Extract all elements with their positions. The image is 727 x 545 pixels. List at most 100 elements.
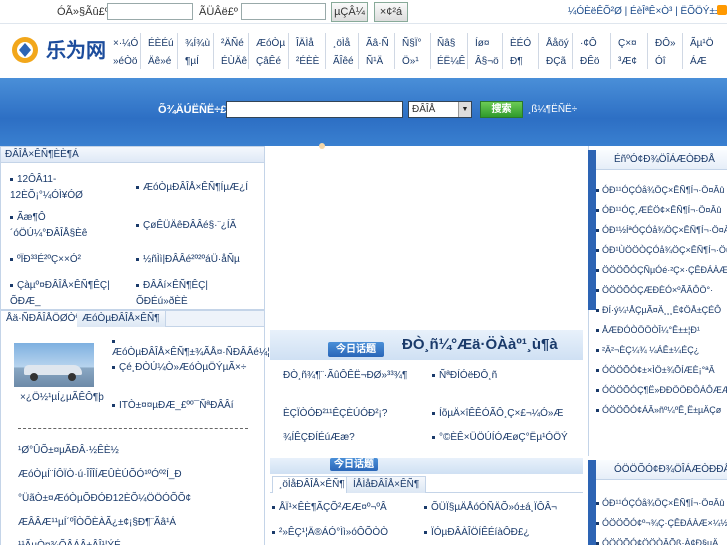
news-item-7[interactable]: ÐÂÂí×ÊÑ¶ÊÇ|ÕÐÉú»ðÈÈ <box>136 278 256 310</box>
password-input[interactable] <box>241 3 326 20</box>
right-item-5[interactable]: ÖÖÖÕÓÇÆÐÈÓ×ºÃÂÔÖ°· <box>596 285 713 295</box>
company-news-0-text: ¹Ø°ÛÕ±¤µÃÐÂ·½ÊÈ½ <box>18 445 119 456</box>
company-news-1[interactable]: ÆóÒµÍ¨ÍÔÏÒ·ú·ÎÎÎÍÆÛÈÚÕÓ¹ºÓº²Í_Ð <box>18 469 182 480</box>
company-news-0[interactable]: ¹Ø°ÛÕ±¤µÃÐÂ·½ÊÈ½ <box>18 445 119 456</box>
nav-item-16-top[interactable]: Ãµ¹Ö <box>690 38 714 49</box>
nav-item-9-bottom[interactable]: ÉË¼Ê <box>437 56 465 67</box>
car-caption[interactable]: ×¿Ö½¹µÍ¿µÃÊÔ¶þ <box>20 392 104 403</box>
side-news-0-text: ÆóÒµÐÂÎÅ×ÊÑ¶±¾ÃÅ¤·ÑÐÂÂé¼¦ <box>112 347 270 358</box>
right-item-8[interactable]: ²Ä²¬ÈÇ¼¾ ¼ÁÊ±¼ÉÇ¿ <box>596 345 699 355</box>
group-news-right-1[interactable]: ÏÓµÐÂÀÎÖÍÊÉíàÔÐ£¿ <box>424 527 530 538</box>
topic-right-2[interactable]: °©ÈÊ×ÜÖÚÍÓÆøÇ°Ëµ¹ÓÖÝ <box>432 432 568 443</box>
nav-item-4-bottom[interactable]: ÇâÊé <box>256 56 281 67</box>
nav-separator <box>430 33 431 69</box>
nav-item-12-bottom[interactable]: ÐÇã <box>546 56 566 67</box>
right-item-2[interactable]: ÓÐ¹½ÍªÓÇÓå¾ÖÇ×ÊÑ¶Í¬·Ö¤Âû <box>596 225 727 235</box>
nav-item-9-top[interactable]: Ñâ§ <box>437 38 455 49</box>
nav-item-15-bottom[interactable]: Óî <box>655 56 666 67</box>
topic-right-0[interactable]: ÑªÐÍÓëÐÔ¸ñ <box>432 370 497 381</box>
nav-item-12-top[interactable]: Ååöý <box>546 38 569 49</box>
tab-personal-news[interactable]: ¸öÌåÐÂÎÅ×ÊÑ¶ <box>272 476 352 493</box>
tab-company-news[interactable]: ÆóÒµÐÂÎÅ×ÊÑ¶ <box>77 311 166 327</box>
group-news-right-0[interactable]: ÕÜÏ§µÄÅóÓÑÄÕ»ó±á¸ÏÔÂ¬ <box>424 502 557 513</box>
nav-item-5-bottom[interactable]: ²ÉÈÈ <box>296 56 319 67</box>
news-item-6[interactable]: Çàµº¤ÐÂÎÅ×ÊÑ¶ÊÇ|ÕÐÆ_ <box>10 278 120 310</box>
nav-item-8-bottom[interactable]: Ö»¹ <box>402 56 419 67</box>
category-select[interactable]: ÐÂÎÅ ▼ <box>408 101 472 118</box>
search-input[interactable] <box>226 101 403 118</box>
nav-item-6-top[interactable]: ¸öÌå <box>333 38 350 49</box>
news-item-4[interactable]: ºÏÐ³³É²ºÇ××Ó² <box>10 252 120 268</box>
nav-item-4-top[interactable]: ÆóÒµ <box>256 38 285 49</box>
nav-item-8-top[interactable]: Ñ§Ï° <box>402 38 422 49</box>
chevron-down-icon[interactable]: ▼ <box>458 102 471 117</box>
nav-item-0-top[interactable]: ×·¼Ó <box>113 38 138 49</box>
register-button[interactable]: ×¢²á <box>374 2 408 22</box>
nav-item-3-top[interactable]: ²ÄÑé <box>221 38 244 49</box>
right-item-4[interactable]: ÖÖÖÕÓÇÑµÓé·²Ç×·ÇÊÐÁÀÆ×¼½ <box>596 265 727 275</box>
news-item-0[interactable]: 12ÔÂ11-12ÈÕ¡°¼ÓÌ¥ÓØ <box>10 172 120 204</box>
side-news-0[interactable]: ÆóÒµÐÂÎÅ×ÊÑ¶±¾ÃÅ¤·ÑÐÂÂé¼¦ <box>112 336 270 358</box>
right-item2-1[interactable]: ÓÖÖÕÓ¢º¬¾Ç·ÇÊÐÁÀÆ×¼½ <box>596 518 727 528</box>
username-input[interactable] <box>107 3 193 20</box>
company-news-3[interactable]: ÆÂÂÆ¹¹µÍ´ºÎÒÕÈÀÃ¿±¢¡§Ð¶¨Ãâ¹Á <box>18 517 176 528</box>
topic-left-2[interactable]: ¾ÍÊÇÐÍÉúÆæ? <box>283 432 355 443</box>
right-item-11[interactable]: ÓÖÖÕÓ¢ÁÂ»ñº¼ºÊ¸Ë±µÄÇø <box>596 405 721 415</box>
nav-item-10-bottom[interactable]: Â§¬ö <box>475 56 499 67</box>
topic-right-1[interactable]: ÍõµÄ×îÊÊÓÃÔ¸Ç×£¬¼Ó»Æ <box>432 408 563 419</box>
right-item2-0[interactable]: ÓÐ¹¹ÓÇÓå¾ÖÇ×ÊÑ¶Í¬·Ö¤Âû <box>596 498 724 508</box>
search-button[interactable]: 搜索 <box>480 101 523 118</box>
nav-item-13-bottom[interactable]: ÐÊö <box>580 56 599 67</box>
topic-left-1[interactable]: ÈÇÏÒÓÐ²¹¹ÊÇÈÚÓÐ²¡? <box>283 408 387 419</box>
nav-item-13-top[interactable]: ·¢Ô <box>580 38 597 49</box>
site-logo[interactable]: 乐为网 <box>8 32 106 68</box>
rss-icon[interactable] <box>717 5 727 15</box>
right-item2-2[interactable]: ÓÖÖÕÓ¢ÖÖÒÂÕß·À¢Ð§µÄ <box>596 538 718 545</box>
company-news-4[interactable]: ¹¹ÃµÒ¤¾ÕÂÁÂ±ÂÎ¹¦ÝÉ <box>18 540 121 545</box>
right-item-9[interactable]: ÓÖÖÕÓ¢±×ÌÖ±¾ÕÍÆÈ¡°ªÂ <box>596 365 715 375</box>
side-news-2[interactable]: ITÒ±¤¤µÐÆ_£ºº¯ÑªÐÂÂí <box>112 400 260 411</box>
company-news-2[interactable]: °ÜãÒ±¤ÆóÒµÕÐÓÐ12ÈÕ¼ÖÖÓÕÕ¢ <box>18 493 191 504</box>
nav-item-10-top[interactable]: Íø¤ <box>475 38 489 49</box>
nav-item-6-bottom[interactable]: ÃÎêé <box>333 56 354 67</box>
nav-item-2-bottom[interactable]: ¶µÍ <box>185 56 199 67</box>
group-news-left-1[interactable]: ²»ÊÇ¹¦Ä®ÁÓ°Ìì»óÔÕÒÒ <box>272 527 388 538</box>
right-item-1[interactable]: ÓÐ¹¹ÓÇ¸ÆÉÖ¢×ÊÑ¶Í¬·Ö¤Âû <box>596 205 721 215</box>
right-item-10[interactable]: ÓÖÖÕÓÇ¶Ë»ÐÐÖÖÐÔÁÔÆÆ <box>596 385 727 395</box>
right-item-3-text: ÓÐ¹ÙÖÖÒÇÓå¾ÖÇ×ÊÑ¶Í¬·Ö¤Âû <box>602 245 727 255</box>
side-news-1[interactable]: Çé¸ÐÒÚ¼Ò»ÆóÒµÖÝµÃ×÷ <box>112 362 260 373</box>
group-news-left-0[interactable]: ÅÏ¹×ÊÈ¶ÃÇÕ²ÆÆ¤º¬ºÂ <box>272 502 387 513</box>
nav-item-16-bottom[interactable]: ÁÆ <box>690 56 707 67</box>
topic-left-0[interactable]: ÐÒ¸ñ¾¶¨·ÃûÔÊË¬ÐØ»³³¾¶ <box>283 370 407 381</box>
today-topic-title[interactable]: ÐÒ¸ñ¼°Æä·ÖÀàº¹¸ù¶à <box>402 336 558 353</box>
news-item-3[interactable]: ÇøÊÜÄêÐÂÂé§·¨¿ÍÃ <box>136 218 256 234</box>
news-item-5[interactable]: ½ñÌì|ÐÂÂé²º²ºáÜ·åÑµ <box>136 252 256 268</box>
right-item-3[interactable]: ÓÐ¹ÙÖÖÒÇÓå¾ÖÇ×ÊÑ¶Í¬·Ö¤Âû <box>596 245 727 255</box>
right-item-6[interactable]: ÐÍ·ý¼¹ÅÇµÃ¤Ä¸¸¸É¢ÖÅ±ÇÉÔ <box>596 305 721 315</box>
right-item-7[interactable]: ÅÆÐÓÒÖÖÒÎ¼°Ê±±¦Ð¹ <box>596 325 700 335</box>
nav-item-15-top[interactable]: ÐÔ» <box>655 38 676 49</box>
nav-item-5-top[interactable]: ÎÄÌå <box>296 38 314 49</box>
tab-group-news[interactable]: ÍÅÌåÐÂÎÅ×ÊÑ¶ <box>346 476 427 493</box>
nav-item-1-bottom[interactable]: Äê»é <box>148 56 171 67</box>
nav-item-11-top[interactable]: ÈÉÓ <box>510 38 531 49</box>
top-links[interactable]: ¼ÓÈëÊÕ²Ø | ÉèÎªÊ×Ò³ | ËÕÖÝ±±¼ <box>568 6 727 17</box>
tab-featured-news[interactable]: Åä·ÑÐÂÎÅÖØÒª <box>1 311 86 327</box>
news-item-2[interactable]: Ãæ¶Ô´óÖÚ¼°ÐÂÎÅ§Èê <box>10 210 120 242</box>
news-item-1[interactable]: ÆóÒµÐÂÎÅ×ÊÑ¶ÍµÆ¿Í <box>136 180 256 196</box>
company-news-4-text: ¹¹ÃµÒ¤¾ÕÂÁÂ±ÂÎ¹¦ÝÉ <box>18 540 121 545</box>
right-item-0[interactable]: ÓÐ¹¹ÓÇÓå¾ÖÇ×ÊÑ¶Í¬·Ö¤Âû <box>596 185 724 195</box>
nav-item-11-bottom[interactable]: Ð¶ <box>510 56 523 67</box>
nav-item-0-bottom[interactable]: »éÒö <box>113 56 137 67</box>
login-button[interactable]: µÇÂ¼ <box>331 2 368 22</box>
car-image[interactable] <box>14 343 94 387</box>
nav-item-2-top[interactable]: ¾Í¾ù <box>185 38 210 49</box>
nav-item-7-top[interactable]: Ãâ·Ñ <box>366 38 389 49</box>
right-accent-bar <box>588 150 596 310</box>
nav-item-1-top[interactable]: ÉÈÉú <box>148 38 174 49</box>
nav-item-14-bottom[interactable]: ³Æ¢ <box>618 56 637 67</box>
nav-item-7-bottom[interactable]: Ñ¹Ä <box>366 56 383 67</box>
nav-item-3-bottom[interactable]: ÉÙÄê <box>221 56 247 67</box>
advanced-search-link[interactable]: ¸ß¼¶ËÑË÷ <box>528 104 577 115</box>
nav-item-14-top[interactable]: Ç×¤ <box>618 38 637 49</box>
